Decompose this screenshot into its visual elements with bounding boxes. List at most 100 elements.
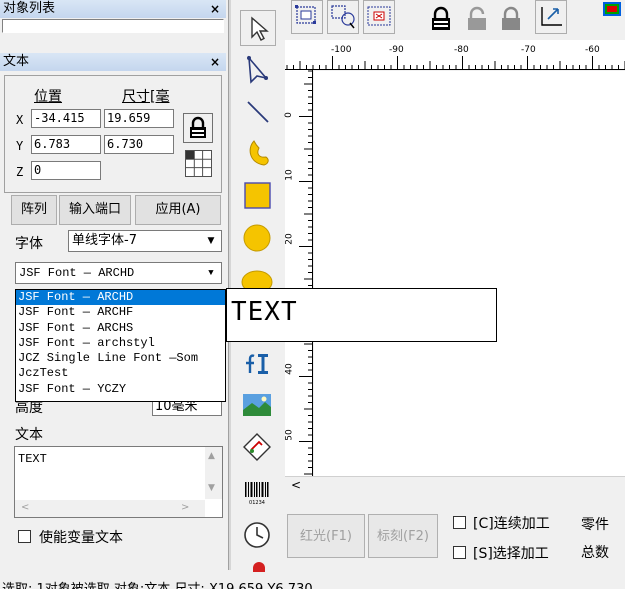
font-name-select[interactable]: JSF Font — ARCHD ▼: [15, 262, 222, 284]
node-edit-icon: [247, 55, 269, 84]
scroll-left-icon[interactable]: <: [291, 478, 301, 492]
parts-label: 零件: [581, 517, 609, 533]
clock-icon: [244, 522, 270, 548]
lock-ratio-button[interactable]: [183, 113, 213, 143]
rectangle-icon: [244, 182, 271, 209]
unlock-all-button[interactable]: [497, 4, 525, 34]
scroll-right-icon[interactable]: >: [181, 502, 189, 513]
align-icon: [367, 6, 391, 26]
font-option[interactable]: JCZ Single Line Font —Som: [16, 351, 225, 366]
position-label: 位置: [34, 89, 62, 105]
vertical-scrollbar[interactable]: ▲ ▼: [205, 447, 222, 499]
z-position-field[interactable]: 0: [31, 161, 101, 180]
grid-icon: [186, 151, 211, 176]
font-label: 字体: [15, 236, 43, 252]
font-option[interactable]: JSF Font — ARCHF: [16, 305, 225, 320]
chevron-down-icon: ▼: [207, 236, 215, 246]
scroll-left-icon[interactable]: <: [21, 502, 29, 513]
continuous-checkbox[interactable]: [453, 516, 466, 529]
lock-icon: [190, 116, 206, 138]
z-axis-label: Z: [16, 165, 24, 179]
ungroup-button[interactable]: [327, 0, 359, 34]
mark-button[interactable]: 标刻(F2): [368, 514, 438, 558]
text-content-area[interactable]: TEXT ▲ ▼ < >: [14, 446, 223, 518]
text-object[interactable]: TEXT: [226, 288, 497, 342]
array-button[interactable]: 阵列: [11, 195, 57, 225]
select-tool-button[interactable]: [240, 10, 276, 46]
text-tool-icon: [246, 354, 268, 374]
ruler-label: 50: [284, 429, 295, 441]
font-option[interactable]: JSF Font — archstyl: [16, 336, 225, 351]
font-type-select[interactable]: 单线字体-7 ▼: [68, 230, 222, 252]
x-axis-label: X: [16, 113, 24, 127]
continuous-label: [C]连续加工: [473, 516, 550, 532]
pen-library-button[interactable]: [583, 0, 623, 34]
bitmap-tool-button[interactable]: [240, 388, 276, 424]
edit-toolbar: [283, 0, 625, 40]
x-position-field[interactable]: -34.415: [31, 109, 101, 128]
text-content-value: TEXT: [18, 452, 47, 466]
output-port-icon[interactable]: [253, 562, 265, 572]
status-bar: 选取: 1对象被选取 对象:文本 尺寸: X19.659 Y6.730: [0, 574, 625, 589]
drawing-canvas[interactable]: [314, 71, 625, 495]
canvas-horizontal-scrollbar[interactable]: <: [285, 476, 625, 495]
font-option[interactable]: JSF Font — YCZY: [16, 382, 225, 397]
barcode-tool-button[interactable]: 01234: [240, 474, 276, 508]
x-size-field[interactable]: 19.659: [104, 109, 174, 128]
select-mark-checkbox[interactable]: [453, 546, 466, 559]
align-button[interactable]: [363, 0, 395, 34]
font-option[interactable]: JSF Font — ARCHD: [16, 290, 225, 306]
variable-text-label: 使能变量文本: [39, 530, 123, 546]
ruler-label: 20: [284, 233, 295, 245]
font-name-value: JSF Font — ARCHD: [19, 266, 135, 280]
chevron-down-icon: ▼: [208, 268, 214, 278]
input-port-button[interactable]: 输入端口: [59, 195, 131, 225]
ruler-label: -100: [331, 45, 352, 55]
ruler-label: -60: [585, 45, 600, 55]
object-list-close-button[interactable]: ×: [210, 0, 220, 18]
text-tool-button[interactable]: [240, 346, 276, 382]
vector-file-icon: [243, 433, 271, 461]
base-point-button[interactable]: [535, 0, 567, 34]
variable-text-checkbox[interactable]: [18, 530, 31, 543]
panel-splitter[interactable]: [228, 0, 231, 570]
unlock-all-icon: [502, 6, 520, 30]
text-object-label: TEXT: [231, 297, 298, 327]
font-dropdown-list[interactable]: JSF Font — ARCHD JSF Font — ARCHF JSF Fo…: [15, 289, 226, 402]
circle-tool-button[interactable]: [240, 220, 276, 256]
object-list-area[interactable]: [2, 19, 224, 33]
scroll-up-icon[interactable]: ▲: [208, 451, 215, 461]
node-edit-tool-button[interactable]: [240, 52, 276, 88]
scroll-down-icon[interactable]: ▼: [208, 483, 215, 493]
arrow-pointer-icon: [251, 16, 269, 41]
lock-icon: [432, 6, 450, 30]
curve-icon: [249, 140, 269, 166]
vector-import-tool-button[interactable]: [240, 430, 276, 466]
object-list-title: 对象列表: [3, 1, 56, 16]
lock-object-button[interactable]: [427, 4, 455, 34]
rectangle-tool-button[interactable]: [240, 178, 276, 214]
horizontal-scrollbar[interactable]: < >: [15, 500, 205, 517]
group-button[interactable]: [291, 0, 323, 34]
ruler-label: 0: [283, 112, 294, 118]
unlock-object-button[interactable]: [463, 4, 491, 34]
font-option[interactable]: JSF Font — ARCHS: [16, 321, 225, 336]
text-panel-close-button[interactable]: ×: [210, 53, 220, 71]
y-position-field[interactable]: 6.783: [31, 135, 101, 154]
base-point-icon: [541, 7, 562, 26]
image-icon: [243, 394, 271, 416]
left-ruler: 0 10 20 30 40 50: [283, 70, 313, 495]
svg-text:01234: 01234: [249, 500, 265, 506]
delay-tool-button[interactable]: [240, 518, 276, 554]
ruler-label: -70: [521, 45, 536, 55]
line-tool-button[interactable]: [240, 94, 276, 130]
curve-tool-button[interactable]: [240, 136, 276, 172]
y-size-field[interactable]: 6.730: [104, 135, 174, 154]
select-mark-label: [S]选择加工: [473, 546, 549, 562]
apply-button[interactable]: 应用(A): [135, 195, 221, 225]
font-type-value: 单线字体-7: [72, 233, 137, 248]
anchor-grid-button[interactable]: [185, 150, 212, 177]
font-option[interactable]: JczTest: [16, 366, 225, 381]
red-light-button[interactable]: 红光(F1): [287, 514, 365, 558]
unlock-icon: [468, 6, 486, 30]
